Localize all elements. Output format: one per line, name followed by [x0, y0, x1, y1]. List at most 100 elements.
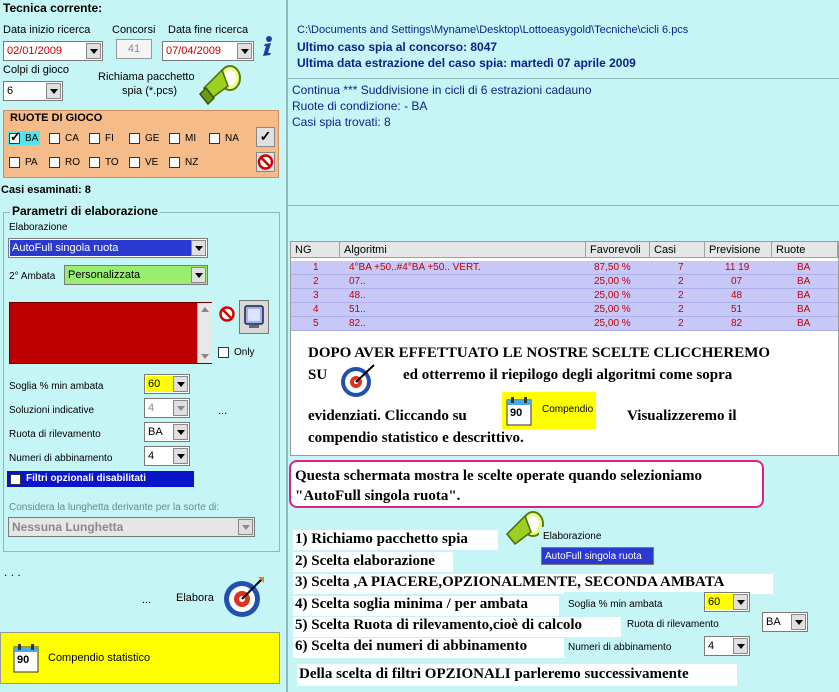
results-line: Ruote di condizione: - BA: [292, 99, 428, 113]
page-title: Tecnica corrente:: [3, 1, 103, 15]
info-icon[interactable]: [259, 35, 275, 57]
step-numeri-label: Numeri di abbinamento: [568, 642, 672, 653]
check-icon: ✓: [259, 128, 272, 144]
soluzioni-ellipsis: ...: [218, 405, 228, 417]
step-text: 4) Scelta soglia minima / per ambata: [295, 596, 529, 612]
elabora-label: Elabora: [176, 592, 214, 604]
chevron-down-icon: [173, 424, 188, 440]
lunghetta-select[interactable]: Nessuna Lunghetta: [8, 517, 255, 537]
ambata-label: 2° Ambata: [9, 271, 56, 282]
table-header[interactable]: Previsione: [705, 242, 772, 258]
ruota-label: CA: [65, 133, 79, 144]
compendio-label: Compendio statistico: [48, 652, 151, 664]
ambata-select[interactable]: Personalizzata: [64, 265, 208, 285]
only-checkbox[interactable]: [218, 347, 229, 358]
chevron-down-icon: [173, 400, 188, 416]
ruota-to-checkbox[interactable]: [89, 157, 100, 168]
elaborazione-select[interactable]: AutoFull singola ruota: [8, 238, 208, 258]
table-row[interactable]: 3 48.. 25,00 % 2 48 BA: [291, 289, 838, 303]
colpi-label: Colpi di gioco: [3, 64, 70, 76]
table-row[interactable]: 5 82.. 25,00 % 2 82 BA: [291, 317, 838, 331]
chevron-down-icon: [191, 240, 206, 256]
calendar-icon: 90: [506, 396, 532, 426]
forbidden-icon: [257, 154, 274, 170]
ruota-rilevamento-label: Ruota di rilevamento: [9, 429, 101, 440]
ruota-na-checkbox[interactable]: [209, 133, 220, 144]
results-text-box[interactable]: [288, 78, 839, 206]
step-ruota-label: Ruota di rilevamento: [627, 619, 719, 630]
annotation-text: SU: [308, 367, 328, 383]
chevron-down-icon: [733, 594, 748, 610]
flashlight-icon[interactable]: [198, 64, 242, 106]
ruote-title: RUOTE DI GIOCO: [10, 112, 103, 124]
table-row[interactable]: 4 51.. 25,00 % 2 51 BA: [291, 303, 838, 317]
callout-text: "AutoFull singola ruota".: [295, 488, 461, 504]
table-row[interactable]: 2 07.. 25,00 % 2 07 BA: [291, 275, 838, 289]
parametri-title: Parametri di elaborazione: [10, 204, 161, 218]
target-icon: [224, 577, 264, 617]
colpi-select[interactable]: 6: [3, 81, 63, 101]
annotation-text: DOPO AVER EFFETTUATO LE NOSTRE SCELTE CL…: [308, 345, 771, 361]
results-line: Continua *** Suddivisione in cicli di 6 …: [292, 83, 592, 97]
table-header[interactable]: Algoritmi: [340, 242, 586, 258]
table-header[interactable]: NG: [291, 242, 340, 258]
forbidden-icon[interactable]: [218, 305, 236, 323]
soglia-select[interactable]: 60: [144, 374, 190, 394]
ruota-label: BA: [25, 133, 39, 144]
list-scrollbar[interactable]: [197, 303, 212, 363]
ruota-ca-checkbox[interactable]: [49, 133, 60, 144]
results-line: Casi spia trovati: 8: [292, 115, 391, 129]
step-text: 6) Scelta dei numeri di abbinamento: [295, 638, 528, 654]
table-header[interactable]: Casi: [650, 242, 705, 258]
ruota-ge-checkbox[interactable]: [129, 133, 140, 144]
annotation-text: evidenziati. Cliccando su: [308, 408, 467, 424]
annotation-text: Visualizzeremo il: [627, 408, 737, 424]
ruota-label: GE: [145, 133, 160, 144]
annotation-text: ed otterremo il riepilogo degli algoritm…: [403, 367, 733, 383]
ruota-fi-checkbox[interactable]: [89, 133, 100, 144]
select-all-button[interactable]: ✓: [256, 127, 275, 147]
monitor-icon[interactable]: [239, 300, 269, 334]
check-icon: ✓: [10, 129, 21, 144]
numeri-abbinamento-label: Numeri di abbinamento: [9, 453, 113, 464]
data-fine-select[interactable]: 07/04/2009: [162, 41, 254, 61]
ruota-nz-checkbox[interactable]: [169, 157, 180, 168]
filtri-label: Filtri opzionali disabilitati: [26, 473, 147, 484]
chevron-down-icon: [238, 519, 253, 535]
ruota-ro-checkbox[interactable]: [49, 157, 60, 168]
table-header[interactable]: Ruote: [772, 242, 838, 258]
chevron-down-icon: [173, 376, 188, 392]
step-elab-value: AutoFull singola ruota: [545, 551, 642, 562]
ruota-rilevamento-select[interactable]: BA: [144, 422, 190, 442]
step-text: 1) Richiamo pacchetto spia: [295, 531, 468, 547]
elabora-button[interactable]: [222, 575, 266, 619]
soglia-label: Soglia % min ambata: [9, 381, 104, 392]
concorsi-label: Concorsi: [112, 24, 156, 36]
ruota-mi-checkbox[interactable]: [169, 133, 180, 144]
chevron-down-icon: [733, 638, 748, 654]
elaborazione-label: Elaborazione: [9, 222, 68, 233]
numeri-abbinamento-select[interactable]: 4: [144, 446, 190, 466]
ultima-data: Ultima data estrazione del caso spia: ma…: [297, 56, 636, 70]
soluzioni-label: Soluzioni indicative: [9, 405, 95, 416]
numeri-list[interactable]: [9, 302, 212, 364]
table-header[interactable]: Favorevoli: [586, 242, 650, 258]
step-text: 3) Scelta ,A PIACERE,OPZIONALMENTE, SECO…: [295, 574, 725, 590]
data-fine-label: Data fine ricerca: [168, 24, 249, 36]
concorsi-field[interactable]: 41: [116, 39, 152, 59]
soluzioni-select[interactable]: 4: [144, 398, 190, 418]
compendio-inline-label: Compendio: [542, 404, 594, 415]
ruota-ve-checkbox[interactable]: [129, 157, 140, 168]
calendar-icon: 90: [13, 643, 39, 673]
casi-esaminati: Casi esaminati: 8: [1, 184, 91, 196]
data-inizio-select[interactable]: 02/01/2009: [3, 41, 103, 61]
filtri-checkbox[interactable]: [10, 474, 21, 485]
target-icon: [338, 363, 378, 399]
ruota-pa-checkbox[interactable]: [9, 157, 20, 168]
table-row[interactable]: 1 4°BA +50..#4°BA +50.. VERT. 87,50 % 7 11 1…: [291, 261, 838, 275]
chevron-down-icon: [173, 448, 188, 464]
ultimo-caso: Ultimo caso spia al concorso: 8047: [297, 40, 498, 54]
ruota-label: PA: [25, 157, 38, 168]
step-soglia-label: Soglia % min ambata: [568, 599, 663, 610]
deselect-all-button[interactable]: [256, 152, 275, 172]
